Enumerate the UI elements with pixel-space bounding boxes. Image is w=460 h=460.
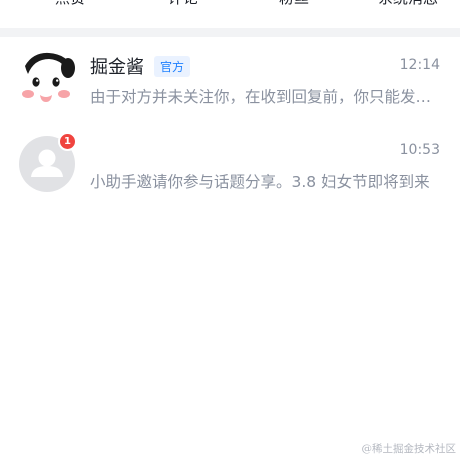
message-tabs: 点赞 评论 粉丝 系统消息 xyxy=(0,0,460,28)
official-badge: 官方 xyxy=(154,55,191,77)
message-time: 10:53 xyxy=(399,142,440,158)
tab-system-messages[interactable]: 系统消息 xyxy=(362,0,454,8)
message-preview: 由于对方并未关注你，在收到回复前，你只能发送1条消息 xyxy=(90,88,440,106)
watermark: @稀土掘金技术社区 xyxy=(361,443,457,455)
sender-name: 掘金酱 xyxy=(90,57,144,78)
tab-followers[interactable]: 粉丝 xyxy=(248,0,340,8)
tab-comments[interactable]: 评论 xyxy=(137,0,229,8)
conversation-item[interactable]: 掘金酱 官方 12:14 由于对方并未关注你，在收到回复前，你只能发送1条消息 xyxy=(0,37,460,123)
conversation-header: 掘金酱 官方 xyxy=(90,54,191,78)
message-preview: 小助手邀请你参与话题分享。3.8 妇女节即将到来 xyxy=(90,173,430,191)
conversation-item[interactable]: 1 10:53 小助手邀请你参与话题分享。3.8 妇女节即将到来 xyxy=(0,124,460,210)
tab-likes[interactable]: 点赞 xyxy=(24,0,116,8)
section-divider xyxy=(0,28,460,37)
juejin-mascot-avatar-icon xyxy=(19,52,75,108)
unread-count-badge: 1 xyxy=(58,132,77,151)
message-time: 12:14 xyxy=(399,57,440,73)
